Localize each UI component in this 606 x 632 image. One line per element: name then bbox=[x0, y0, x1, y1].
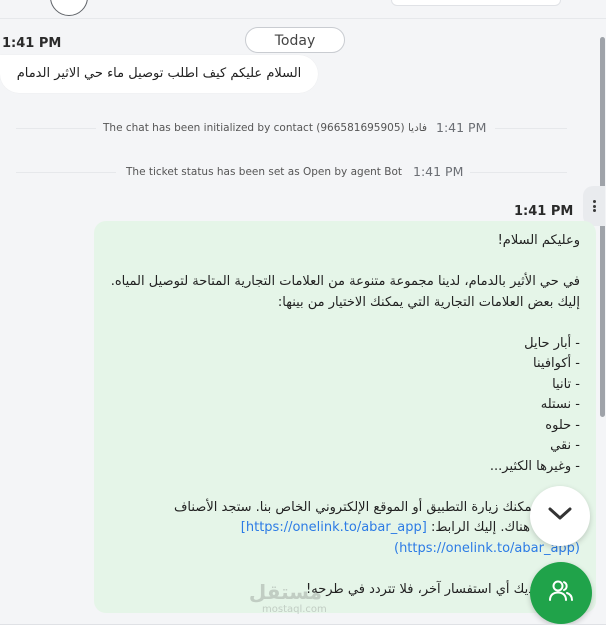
message-intro: في حي الأثير بالدمام، لدينا مجموعة متنوع… bbox=[106, 274, 580, 310]
header-divider bbox=[0, 18, 606, 19]
outgoing-message-text: وعليكم السلام! في حي الأثير بالدمام، لدين… bbox=[110, 231, 580, 600]
divider-line bbox=[16, 128, 96, 129]
system-event-time: 1:41 PM bbox=[436, 120, 487, 135]
contacts-icon bbox=[548, 579, 574, 607]
divider-line bbox=[495, 128, 567, 129]
chevron-down-icon bbox=[547, 506, 573, 526]
brand-item: - نقي bbox=[550, 438, 580, 453]
outgoing-timestamp: 1:41 PM bbox=[514, 204, 574, 219]
vertical-dots-icon bbox=[592, 199, 596, 214]
message-closing: إذا كان لديك أي استفسار آخر، فلا تتردد ف… bbox=[306, 581, 580, 597]
message-greeting: وعليكم السلام! bbox=[497, 233, 580, 248]
header-field[interactable] bbox=[391, 0, 561, 6]
order-text: للطلب، يمكنك زيارة التطبيق أو الموقع الإ… bbox=[173, 499, 580, 515]
brand-item: - أبار حايل bbox=[524, 335, 580, 351]
watermark-logo: مستقل mostaql.com bbox=[248, 580, 327, 615]
divider-line bbox=[470, 172, 567, 173]
incoming-message-text: السلام عليكم كيف اطلب توصيل ماء حي الاثي… bbox=[16, 66, 302, 81]
avatar[interactable] bbox=[50, 0, 88, 16]
composer-area[interactable] bbox=[0, 625, 606, 632]
message-menu-button[interactable] bbox=[583, 186, 605, 226]
outgoing-message-bubble: وعليكم السلام! في حي الأثير بالدمام، لدين… bbox=[94, 221, 596, 613]
contact-info-button[interactable] bbox=[530, 562, 592, 624]
system-event-text: The ticket status has been set as Open b… bbox=[126, 166, 403, 178]
system-event-time: 1:41 PM bbox=[413, 164, 464, 179]
brand-item: - أكوافينا bbox=[533, 356, 580, 371]
brand-item: - حلوه bbox=[545, 417, 580, 433]
scrollbar-thumb[interactable] bbox=[600, 37, 605, 417]
app-link[interactable]: [https://onelink.to/abar_app] bbox=[241, 520, 427, 535]
scroll-to-bottom-button[interactable] bbox=[530, 486, 590, 546]
date-separator-today: Today bbox=[245, 27, 345, 53]
brand-item: - وغيرها الكثير... bbox=[489, 458, 580, 474]
brand-item: - تانيا bbox=[552, 376, 580, 392]
incoming-timestamp: 1:41 PM bbox=[2, 36, 62, 51]
top-bar bbox=[0, 0, 606, 18]
incoming-message-bubble: السلام عليكم كيف اطلب توصيل ماء حي الاثي… bbox=[0, 55, 318, 93]
brand-item: - نستله bbox=[540, 397, 580, 412]
system-event-text: The chat has been initialized by contact… bbox=[103, 122, 427, 134]
divider-line bbox=[16, 172, 116, 173]
